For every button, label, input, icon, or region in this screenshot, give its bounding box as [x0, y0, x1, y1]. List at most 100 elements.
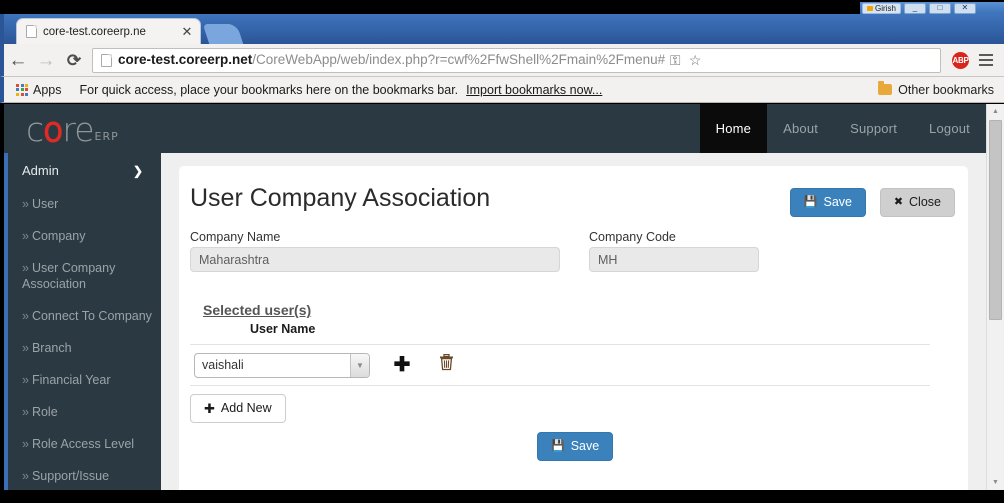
apps-label[interactable]: Apps [33, 83, 62, 97]
selected-users-heading: Selected user(s) [203, 302, 312, 318]
sidebar-item-user-company-association[interactable]: » User Company Association [8, 252, 161, 300]
save-button-top[interactable]: 💾 Save [789, 188, 866, 217]
bookmark-star-icon[interactable]: ☆ [685, 52, 705, 69]
close-button-top[interactable]: ✖ Close [879, 188, 955, 217]
sidebar-item-role-access-level[interactable]: » Role Access Level [8, 428, 161, 460]
os-user-pill[interactable]: Girish [862, 2, 901, 14]
apps-grid-icon[interactable] [16, 83, 28, 96]
os-user-label: Girish [875, 3, 896, 13]
close-icon: ✖ [893, 195, 904, 208]
sidebar-item-label: Connect To Company [31, 309, 152, 323]
sidebar: Admin ❯ » User » Company » User Company Ass… [4, 153, 161, 490]
save-icon: 💾 [551, 439, 565, 452]
browser-toolbar: ← → ⟳ core-test.coreerp.net/CoreWebApp/w… [0, 44, 1004, 77]
new-tab-button[interactable] [202, 24, 244, 44]
chevron-down-icon[interactable]: ▼ [350, 353, 369, 377]
sidebar-item-label: Support/Issue [31, 469, 110, 483]
table-row: vaishali ▼ ✚ [190, 344, 930, 386]
bullet-icon: » [22, 309, 29, 323]
sidebar-item-company[interactable]: » Company [8, 220, 161, 252]
scroll-up-arrow-icon[interactable]: ▲ [987, 104, 1004, 119]
company-code-input[interactable]: MH [589, 247, 759, 272]
bullet-icon: » [22, 469, 29, 483]
other-bookmarks-label: Other bookmarks [898, 82, 994, 97]
company-name-label: Company Name [190, 230, 281, 244]
user-avatar-icon [867, 5, 873, 11]
bullet-icon: » [22, 197, 29, 211]
nav-item-support[interactable]: Support [834, 104, 913, 153]
app-header: c o re ERP Home About Support Logout [4, 104, 986, 153]
sidebar-section-label: Admin [22, 163, 59, 178]
sidebar-item-label: Role Access Level [31, 437, 135, 451]
bullet-icon: » [22, 229, 29, 243]
url-host: core-test.coreerp.net [118, 52, 253, 67]
trash-icon-svg [440, 353, 453, 371]
import-bookmarks-link[interactable]: Import bookmarks now... [466, 83, 602, 97]
plus-icon: ✚ [204, 401, 215, 416]
save-icon: 💾 [803, 195, 818, 208]
delete-row-icon[interactable] [439, 353, 454, 376]
minimize-button[interactable]: _ [903, 2, 926, 14]
address-bar[interactable]: core-test.coreerp.net/CoreWebApp/web/ind… [92, 47, 941, 73]
close-window-button[interactable]: ✕ [953, 2, 976, 14]
bullet-icon: » [22, 437, 29, 451]
sidebar-item-user[interactable]: » User [8, 188, 161, 220]
other-bookmarks-button[interactable]: Other bookmarks [878, 81, 994, 97]
back-button[interactable]: ← [4, 51, 32, 70]
sidebar-section-admin[interactable]: Admin ❯ [8, 153, 161, 188]
save-button-label: Save [570, 439, 600, 453]
logo-o: o [42, 110, 64, 149]
sidebar-item-label: Role [31, 405, 58, 419]
sidebar-item-label: Financial Year [31, 373, 111, 387]
url-path: /CoreWebApp/web/index.php?r=cwf%2FfwShel… [252, 52, 666, 67]
browser-chrome: core-test.coreerp.ne ✕ ← → ⟳ core-test.c… [0, 14, 1004, 103]
top-navigation: Home About Support Logout [699, 104, 986, 153]
page-scrollbar[interactable]: ▲ ▼ [986, 104, 1004, 490]
nav-item-logout[interactable]: Logout [913, 104, 986, 153]
user-name-select-value: vaishali [202, 358, 244, 372]
sidebar-item-support-issue[interactable]: » Support/Issue [8, 460, 161, 490]
logo-re: re [62, 110, 94, 149]
browser-menu-icon[interactable] [974, 54, 998, 66]
reload-button[interactable]: ⟳ [60, 52, 88, 69]
scroll-down-arrow-icon[interactable]: ▼ [987, 475, 1004, 490]
browser-tab[interactable]: core-test.coreerp.ne ✕ [16, 18, 201, 44]
key-icon[interactable]: ⚿ [665, 52, 685, 69]
logo-c: c [26, 110, 44, 149]
page-favicon-icon [26, 25, 37, 38]
nav-item-home[interactable]: Home [699, 104, 768, 153]
user-name-select[interactable]: vaishali ▼ [194, 352, 370, 378]
sidebar-item-role[interactable]: » Role [8, 396, 161, 428]
web-page: c o re ERP Home About Support Logout Admin … [4, 104, 1004, 490]
tab-title: core-test.coreerp.ne [43, 25, 146, 38]
add-row-icon[interactable]: ✚ [387, 355, 417, 375]
sidebar-item-label: Company [31, 229, 86, 243]
sidebar-item-branch[interactable]: » Branch [8, 332, 161, 364]
sidebar-item-label: User Company Association [22, 261, 116, 291]
bullet-icon: » [22, 261, 29, 275]
maximize-button[interactable]: □ [928, 2, 951, 14]
page-viewport: c o re ERP Home About Support Logout Admin … [4, 104, 1004, 490]
bookmarks-hint: For quick access, place your bookmarks h… [79, 82, 459, 97]
bullet-icon: » [22, 341, 29, 355]
content-panel: User Company Association 💾 Save ✖ Close … [179, 166, 968, 490]
sidebar-item-connect-to-company[interactable]: » Connect To Company [8, 300, 161, 332]
add-new-button-label: Add New [220, 401, 272, 416]
save-button-bottom[interactable]: 💾 Save [537, 432, 614, 461]
coreerp-logo[interactable]: c o re ERP [26, 110, 119, 149]
window-bottom-edge [0, 490, 1004, 503]
folder-icon [878, 81, 893, 95]
scrollbar-thumb[interactable] [989, 120, 1002, 320]
adblock-plus-icon[interactable]: ABP [952, 51, 969, 69]
page-title: User Company Association [190, 184, 491, 212]
chevron-down-icon: ❯ [132, 163, 143, 178]
company-name-input[interactable]: Maharashtra [190, 247, 560, 272]
nav-item-about[interactable]: About [767, 104, 834, 153]
sidebar-item-financial-year[interactable]: » Financial Year [8, 364, 161, 396]
close-button-label: Close [909, 195, 941, 209]
add-new-button[interactable]: ✚ Add New [190, 394, 286, 423]
sidebar-item-label: Branch [31, 341, 72, 355]
tab-close-icon[interactable]: ✕ [180, 25, 194, 38]
address-bar-url: core-test.coreerp.net/CoreWebApp/web/ind… [118, 52, 665, 68]
forward-button[interactable]: → [32, 51, 60, 70]
